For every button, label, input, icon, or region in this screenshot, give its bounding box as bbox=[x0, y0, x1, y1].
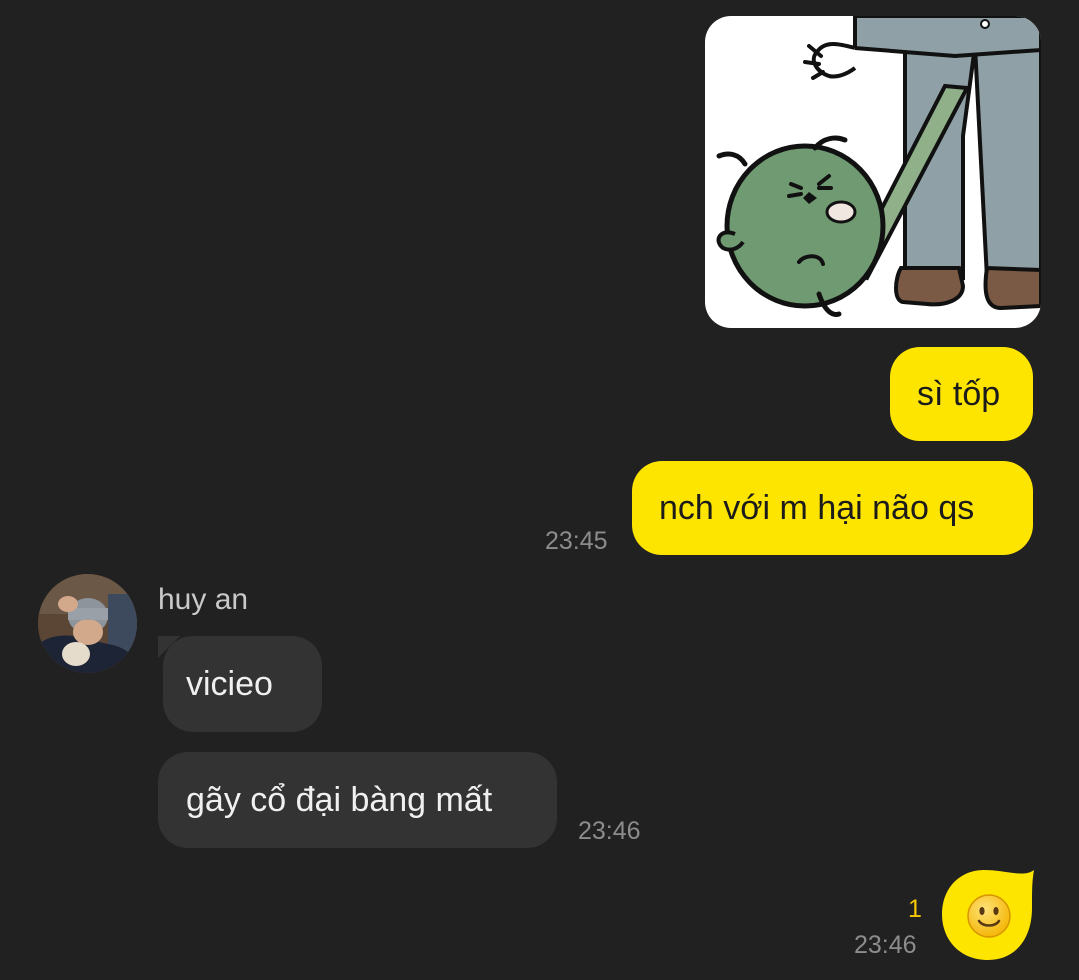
avatar-photo bbox=[38, 574, 137, 673]
message-text: sì tốp bbox=[917, 375, 1001, 413]
message-text: vicieo bbox=[186, 665, 273, 703]
sticker-illustration bbox=[716, 16, 1041, 317]
sticker-image[interactable] bbox=[705, 16, 1041, 328]
slightly-smiling-face-emoji bbox=[967, 894, 1011, 938]
avatar[interactable] bbox=[38, 574, 137, 673]
message-text: nch với m hại não qs bbox=[659, 489, 975, 527]
message-timestamp: 23:45 bbox=[545, 527, 608, 555]
sender-name: huy an bbox=[158, 583, 249, 616]
outgoing-message-bubble[interactable]: nch với m hại não qs bbox=[632, 461, 1033, 555]
unread-count: 1 bbox=[908, 895, 922, 923]
outgoing-emoji-bubble[interactable] bbox=[940, 868, 1034, 962]
message-text: gãy cổ đại bàng mất bbox=[186, 781, 493, 819]
message-timestamp: 23:46 bbox=[578, 817, 641, 845]
outgoing-message-bubble[interactable]: sì tốp bbox=[890, 347, 1033, 441]
incoming-message-bubble[interactable]: gãy cổ đại bàng mất bbox=[158, 752, 557, 848]
incoming-message-bubble[interactable]: vicieo bbox=[163, 636, 322, 732]
chat-screen: sì tốp 23:45 nch với m hại não qs huy an… bbox=[0, 0, 1079, 980]
message-timestamp: 23:46 bbox=[854, 931, 917, 959]
